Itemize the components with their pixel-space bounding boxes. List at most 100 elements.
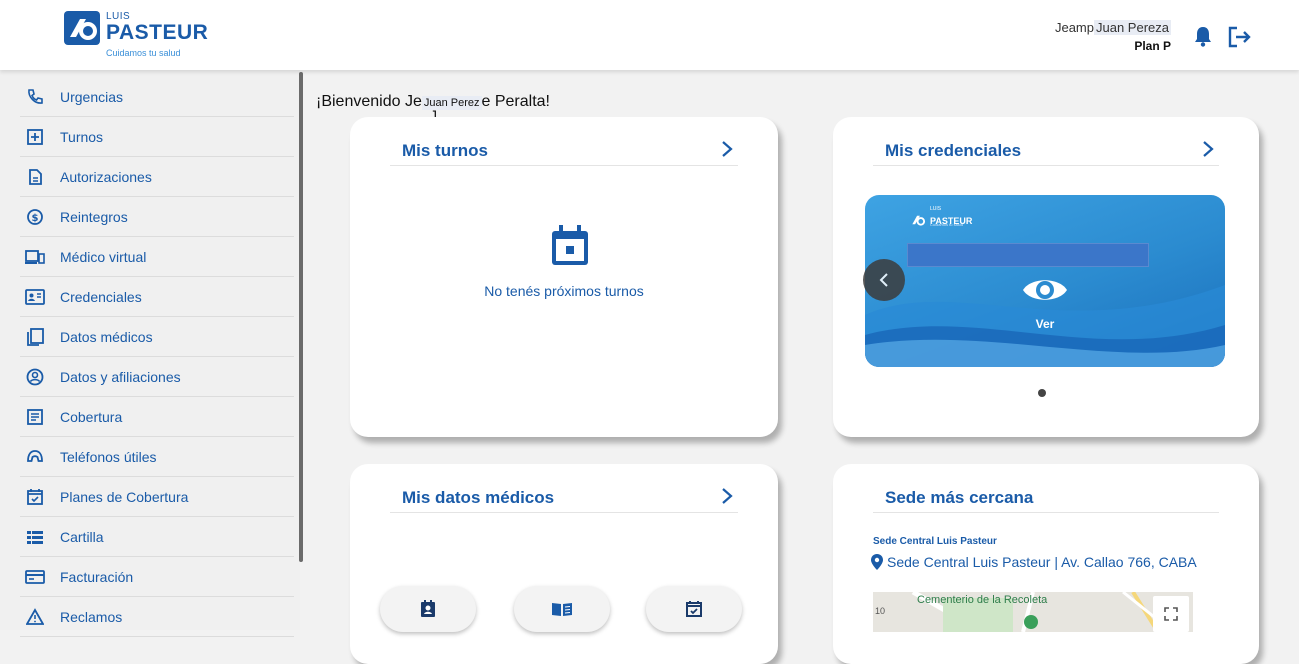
sede-address[interactable]: Sede Central Luis Pasteur | Av. Callao 7… — [871, 554, 1197, 570]
chevron-right-icon[interactable] — [720, 486, 734, 511]
datos-medicos-card-title: Mis datos médicos — [402, 488, 555, 507]
sidebar-item-planes-cobertura[interactable]: Planes de Cobertura — [20, 477, 294, 517]
warning-icon — [24, 606, 46, 628]
svg-text:$: $ — [32, 213, 39, 224]
logo-mark-icon — [912, 215, 926, 226]
user-name: Jeamp Juan Pereza — [1055, 20, 1171, 35]
sidebar-item-reclamos[interactable]: Reclamos — [20, 597, 294, 637]
eye-icon[interactable] — [1021, 273, 1069, 312]
turnos-empty-text: No tenés próximos turnos — [484, 283, 644, 299]
book-button[interactable] — [514, 586, 610, 632]
sidebar-item-label: Facturación — [60, 568, 134, 585]
sede-map[interactable]: 10 Cementerio de la Recoleta — [873, 592, 1193, 632]
sidebar-item-label: Turnos — [60, 128, 104, 145]
sidebar-item-urgencias[interactable]: Urgencias — [20, 77, 294, 117]
credential-view-label[interactable]: Ver — [865, 317, 1225, 331]
welcome-prefix: ¡Bienvenido Je — [316, 93, 422, 110]
sidebar-item-label: Cartilla — [60, 528, 104, 545]
sidebar-item-label: Médico virtual — [60, 248, 147, 265]
list-icon — [24, 526, 46, 548]
sidebar-item-label: Autorizaciones — [60, 168, 152, 185]
credential-brand-small: LUIS — [930, 206, 942, 212]
fullscreen-icon[interactable] — [1153, 596, 1189, 632]
sidebar-item-datos-medicos[interactable]: Datos médicos — [20, 317, 294, 357]
datos-medicos-card: Mis datos médicos — [350, 464, 778, 664]
contact-card-icon — [421, 600, 435, 617]
sidebar-item-facturacion[interactable]: Facturación — [20, 557, 294, 597]
sede-card: Sede más cercana Sede Central Luis Paste… — [833, 464, 1259, 664]
user-circle-icon — [24, 366, 46, 388]
location-pin-icon — [871, 554, 883, 570]
sidebar-item-turnos[interactable]: Turnos — [20, 117, 294, 157]
credenciales-card-title: Mis credenciales — [885, 141, 1022, 160]
carousel-prev-button[interactable] — [863, 259, 905, 301]
sede-card-header: Sede más cercana — [873, 486, 1219, 513]
id-card-icon — [24, 286, 46, 308]
sidebar-item-label: Urgencias — [60, 88, 124, 105]
calendar-check-button[interactable] — [646, 586, 742, 632]
turnos-card-header: Mis turnos — [390, 139, 738, 166]
calendar-icon — [550, 225, 590, 272]
sidebar-item-autorizaciones[interactable]: Autorizaciones — [20, 157, 294, 197]
chevron-right-icon[interactable] — [720, 139, 734, 164]
copy-icon — [24, 326, 46, 348]
map-corner-label: 10 — [875, 606, 886, 616]
calendar-check-icon — [24, 486, 46, 508]
user-name-prefix: Jeamp — [1054, 20, 1094, 35]
plus-square-icon — [24, 126, 46, 148]
sidebar-item-label: Reclamos — [60, 608, 123, 625]
sidebar-item-label: Credenciales — [60, 288, 142, 305]
document-icon — [24, 166, 46, 188]
dollar-circle-icon: $ — [24, 206, 46, 228]
turnos-card-title: Mis turnos — [402, 141, 488, 160]
list-box-icon — [24, 406, 46, 428]
user-name-mask: Juan Pereza — [1094, 20, 1171, 35]
credential-name-redacted — [907, 243, 1149, 267]
sidebar-item-label: Cobertura — [60, 408, 123, 425]
credenciales-card: Mis credenciales LUIS PASTEUR Cuidamos t… — [833, 117, 1259, 437]
logout-icon[interactable] — [1228, 26, 1252, 53]
logo-tagline: Cuidamos tu salud — [106, 48, 181, 58]
sidebar-item-cartilla[interactable]: Cartilla — [20, 517, 294, 557]
sidebar-scrollbar[interactable] — [299, 72, 303, 562]
user-info[interactable]: Jeamp Juan Pereza Plan P — [1055, 20, 1171, 53]
devices-icon — [24, 246, 46, 268]
sidebar-item-credenciales[interactable]: Credenciales — [20, 277, 294, 317]
phone-icon — [24, 86, 46, 108]
logo-mark-icon — [64, 11, 100, 45]
contact-card-button[interactable] — [380, 586, 476, 632]
sidebar-item-label: Teléfonos útiles — [60, 448, 157, 465]
sidebar-item-telefonos-utiles[interactable]: Teléfonos útiles — [20, 437, 294, 477]
sidebar-item-label: Planes de Cobertura — [60, 488, 189, 505]
top-header: LUIS PASTEUR Cuidamos tu salud Jeamp Juan… — [0, 0, 1299, 70]
map-place-label: Cementerio de la Recoleta — [917, 594, 1048, 606]
chevron-left-icon — [879, 273, 888, 287]
sidebar-item-reintegros[interactable]: $ Reintegros — [20, 197, 294, 237]
open-book-icon — [552, 603, 572, 616]
credential-card-image[interactable]: LUIS PASTEUR Cuidamos tu salud Ver — [865, 195, 1225, 367]
turnos-card: Mis turnos No tenés próximos turnos — [350, 117, 778, 437]
sidebar-item-label: Datos médicos — [60, 328, 153, 345]
sidebar-item-datos-afiliaciones[interactable]: Datos y afiliaciones — [20, 357, 294, 397]
user-plan: Plan P — [1134, 39, 1171, 53]
welcome-suffix: e Peralta! — [481, 93, 550, 110]
chevron-right-icon[interactable] — [1201, 139, 1215, 164]
sidebar-item-label: Datos y afiliaciones — [60, 368, 181, 385]
credential-logo: LUIS PASTEUR Cuidamos tu salud — [909, 206, 972, 229]
sede-name: Sede Central Luis Pasteur — [873, 536, 997, 547]
calendar-check-icon — [686, 601, 702, 617]
welcome-message: ¡Bienvenido Je Juan Perez e Peralta! J — [316, 93, 550, 123]
phone-support-icon — [24, 446, 46, 468]
credenciales-card-header: Mis credenciales — [873, 139, 1219, 166]
logo-brand-text: PASTEUR — [106, 21, 209, 44]
bell-icon[interactable] — [1193, 25, 1213, 52]
sidebar-item-label: Reintegros — [60, 208, 128, 225]
credential-tagline: Cuidamos tu salud — [930, 222, 964, 227]
luis-pasteur-logo[interactable]: LUIS PASTEUR Cuidamos tu salud — [64, 11, 208, 59]
sede-address-text: Sede Central Luis Pasteur | Av. Callao 7… — [887, 554, 1197, 570]
carousel-dot[interactable] — [1038, 389, 1046, 397]
sidebar-item-cobertura[interactable]: Cobertura — [20, 397, 294, 437]
datos-medicos-card-header: Mis datos médicos — [390, 486, 738, 513]
credit-card-icon — [24, 566, 46, 588]
sidebar-item-medico-virtual[interactable]: Médico virtual — [20, 237, 294, 277]
